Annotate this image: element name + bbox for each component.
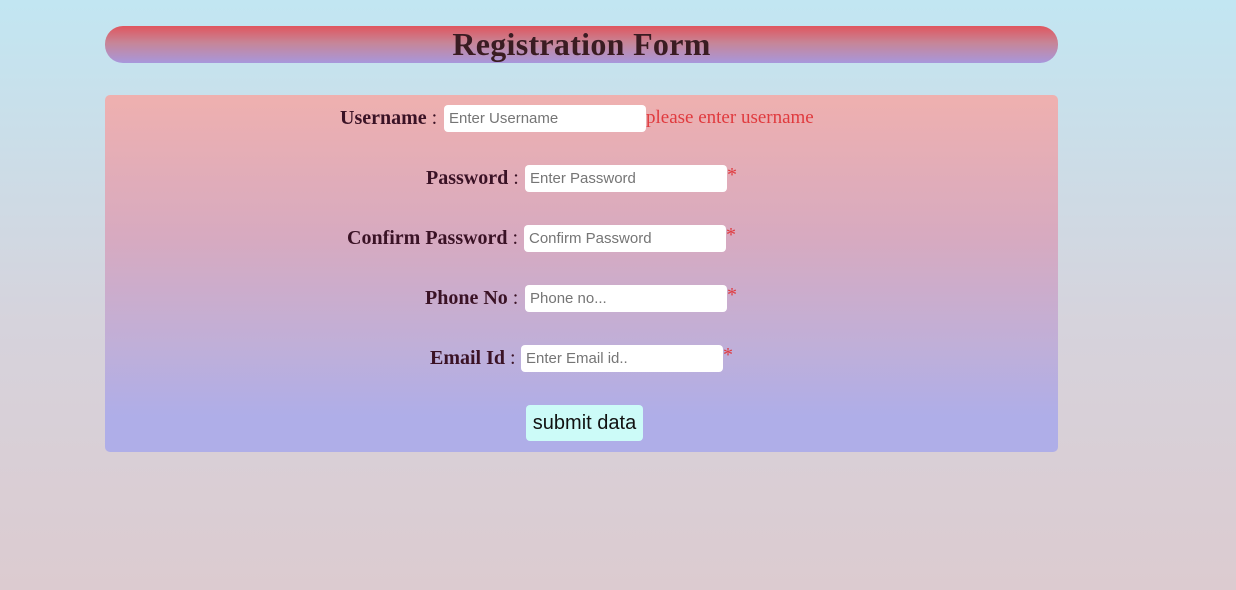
password-label: Password :	[426, 167, 519, 189]
page-title: Registration Form	[452, 26, 711, 62]
confirm-password-required-mark: *	[726, 224, 736, 246]
form-header: Registration Form	[105, 26, 1058, 63]
confirm-password-row: Confirm Password : *	[105, 224, 1058, 252]
password-input[interactable]	[525, 165, 727, 192]
phone-required-mark: *	[727, 284, 737, 306]
username-validation-message: please enter username	[646, 107, 814, 128]
email-row: Email Id : *	[105, 344, 1058, 372]
password-row: Password : *	[105, 164, 1058, 192]
submit-button[interactable]: submit data	[526, 405, 643, 441]
username-label: Username :	[340, 107, 438, 129]
email-required-mark: *	[723, 344, 733, 366]
username-input[interactable]	[444, 105, 646, 132]
email-input[interactable]	[521, 345, 723, 372]
confirm-password-input[interactable]	[524, 225, 726, 252]
email-label: Email Id :	[430, 347, 516, 369]
phone-row: Phone No : *	[105, 284, 1058, 312]
registration-form: Username : please enter username Passwor…	[105, 95, 1058, 452]
password-required-mark: *	[727, 164, 737, 186]
phone-input[interactable]	[525, 285, 727, 312]
phone-label: Phone No :	[425, 287, 519, 309]
username-row: Username : please enter username	[105, 104, 1058, 132]
confirm-password-label: Confirm Password :	[347, 227, 519, 249]
